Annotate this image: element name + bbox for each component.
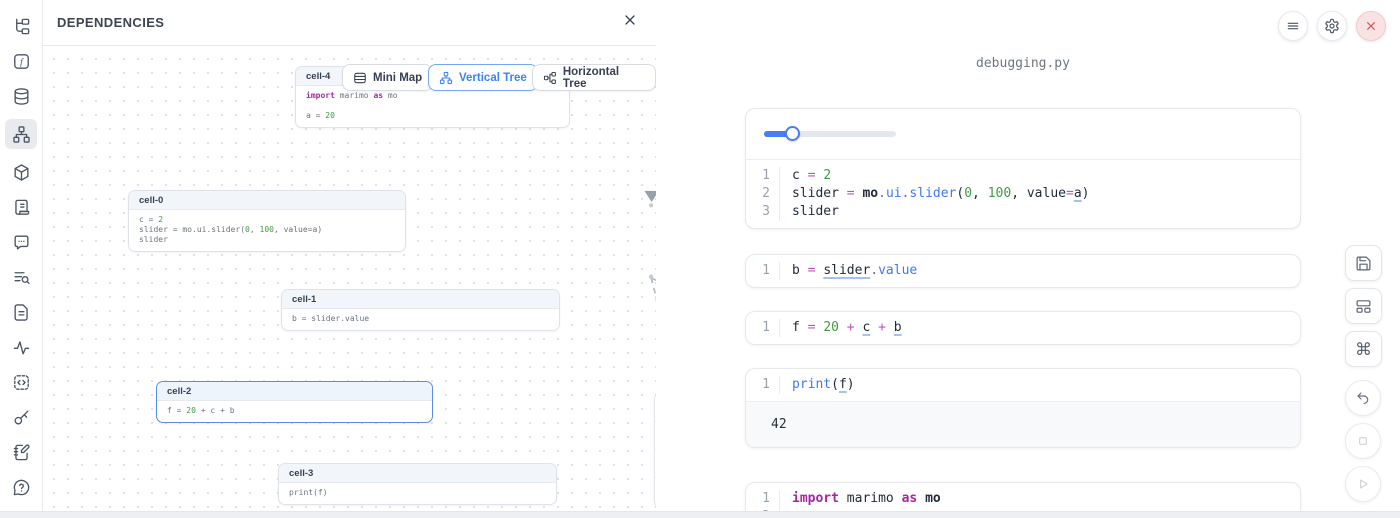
- vertical-tree-label: Vertical Tree: [459, 72, 527, 84]
- fit-view-button[interactable]: [655, 450, 656, 478]
- notebook-cell-b: 1b = slider.value: [745, 254, 1301, 288]
- slider-thumb[interactable]: [785, 126, 800, 141]
- node-title: cell-0: [129, 191, 405, 210]
- zoom-controls: [654, 393, 656, 507]
- marimo-app: f DEPENDENCIES: [0, 0, 1400, 518]
- notebook-filename: debugging.py: [745, 56, 1301, 71]
- line-number: 2: [746, 185, 780, 203]
- line-number: 1: [746, 319, 780, 337]
- line-number: 1: [746, 167, 780, 185]
- line-number: 3: [746, 203, 780, 221]
- line-number: 1: [746, 376, 780, 394]
- horizontal-tree-button[interactable]: Horizontal Tree: [532, 64, 656, 91]
- cell-output-area: [746, 109, 1300, 160]
- key-icon[interactable]: [5, 405, 37, 429]
- help-icon[interactable]: [5, 475, 37, 499]
- settings-button[interactable]: [1317, 11, 1347, 41]
- node-code: b = slider.value: [282, 309, 559, 330]
- dependency-graph-icon[interactable]: [5, 119, 37, 149]
- activity-icon[interactable]: [5, 335, 37, 359]
- gear-icon: [1324, 18, 1340, 34]
- node-code: print(f): [279, 483, 556, 504]
- code-block-icon[interactable]: [5, 370, 37, 394]
- graph-node-cell-0[interactable]: cell-0 c = 2slider = mo.ui.slider(0, 100…: [128, 190, 406, 252]
- close-x-icon: [1363, 18, 1379, 34]
- mini-map-button[interactable]: Mini Map: [342, 64, 433, 91]
- save-button[interactable]: [1345, 245, 1382, 281]
- dependencies-panel: DEPENDENCIES: [43, 0, 656, 511]
- node-title: cell-3: [279, 464, 556, 483]
- node-code: c = 2slider = mo.ui.slider(0, 100, value…: [129, 210, 405, 251]
- node-code: import marimo as moa = 20: [296, 86, 569, 127]
- list-search-icon[interactable]: [5, 265, 37, 289]
- line-number: 1: [746, 262, 780, 280]
- code-editor[interactable]: 1c = 22slider = mo.ui.slider(0, 100, val…: [746, 160, 1300, 228]
- undo-button[interactable]: [1345, 380, 1381, 416]
- node-title: cell-1: [282, 290, 559, 309]
- chat-icon[interactable]: [5, 230, 37, 254]
- panel-title: DEPENDENCIES: [57, 15, 164, 30]
- notebook-cell-print: 1print(f) 42: [745, 368, 1301, 448]
- mini-map-label: Mini Map: [373, 72, 422, 84]
- play-icon: [1355, 476, 1371, 492]
- cell-output-value: 42: [746, 401, 1300, 447]
- file-tree-icon[interactable]: [5, 14, 37, 38]
- graph-node-cell-1[interactable]: cell-1 b = slider.value: [281, 289, 560, 331]
- package-icon[interactable]: [5, 160, 37, 184]
- layout-button[interactable]: [1345, 288, 1382, 324]
- svg-text:f: f: [20, 57, 24, 68]
- undo-icon: [1355, 390, 1371, 406]
- rows-icon: [353, 71, 367, 85]
- zoom-out-button[interactable]: [655, 422, 656, 450]
- graph-node-cell-3[interactable]: cell-3 print(f): [278, 463, 557, 505]
- layout-icon: [1355, 298, 1372, 315]
- notebook-cell-slider: 1c = 22slider = mo.ui.slider(0, 100, val…: [745, 108, 1301, 229]
- database-icon[interactable]: [5, 84, 37, 108]
- notebook-cell-f: 1f = 20 + c + b: [745, 311, 1301, 345]
- node-code: f = 20 + c + b: [157, 401, 432, 422]
- close-panel-icon[interactable]: [622, 12, 638, 33]
- shutdown-button[interactable]: [1356, 11, 1386, 41]
- scroll-icon[interactable]: [5, 195, 37, 219]
- horizontal-tree-label: Horizontal Tree: [563, 66, 645, 90]
- slider-widget[interactable]: [764, 131, 896, 137]
- graph-node-cell-2[interactable]: cell-2 f = 20 + c + b: [156, 381, 433, 423]
- vertical-tree-icon: [439, 71, 453, 85]
- code-editor[interactable]: 1f = 20 + c + b: [746, 312, 1300, 344]
- hamburger-icon: [1285, 18, 1301, 34]
- node-title: cell-2: [157, 382, 432, 401]
- tool-sidebar: f: [0, 0, 43, 518]
- bottom-strip: [0, 511, 1400, 518]
- command-icon: ⌘: [1355, 341, 1372, 358]
- code-editor[interactable]: 1print(f): [746, 369, 1300, 401]
- function-square-icon[interactable]: f: [5, 49, 37, 73]
- locate-node-button[interactable]: [655, 478, 656, 506]
- stop-button[interactable]: [1345, 423, 1381, 459]
- save-icon: [1355, 255, 1372, 272]
- dependencies-header: DEPENDENCIES: [43, 0, 656, 46]
- menu-button[interactable]: [1278, 11, 1308, 41]
- line-number: 1: [746, 490, 780, 508]
- run-button[interactable]: [1345, 466, 1381, 502]
- keyboard-shortcuts-button[interactable]: ⌘: [1345, 331, 1382, 367]
- document-icon[interactable]: [5, 300, 37, 324]
- dependency-graph-canvas[interactable]: cell-4 import marimo as moa = 20 cell-0 …: [43, 46, 656, 511]
- zoom-in-button[interactable]: [655, 394, 656, 422]
- vertical-tree-button[interactable]: Vertical Tree: [428, 64, 538, 91]
- code-editor[interactable]: 1b = slider.value: [746, 255, 1300, 287]
- stop-icon: [1355, 433, 1371, 449]
- scratchpad-icon[interactable]: [5, 440, 37, 464]
- horizontal-tree-icon: [543, 71, 557, 85]
